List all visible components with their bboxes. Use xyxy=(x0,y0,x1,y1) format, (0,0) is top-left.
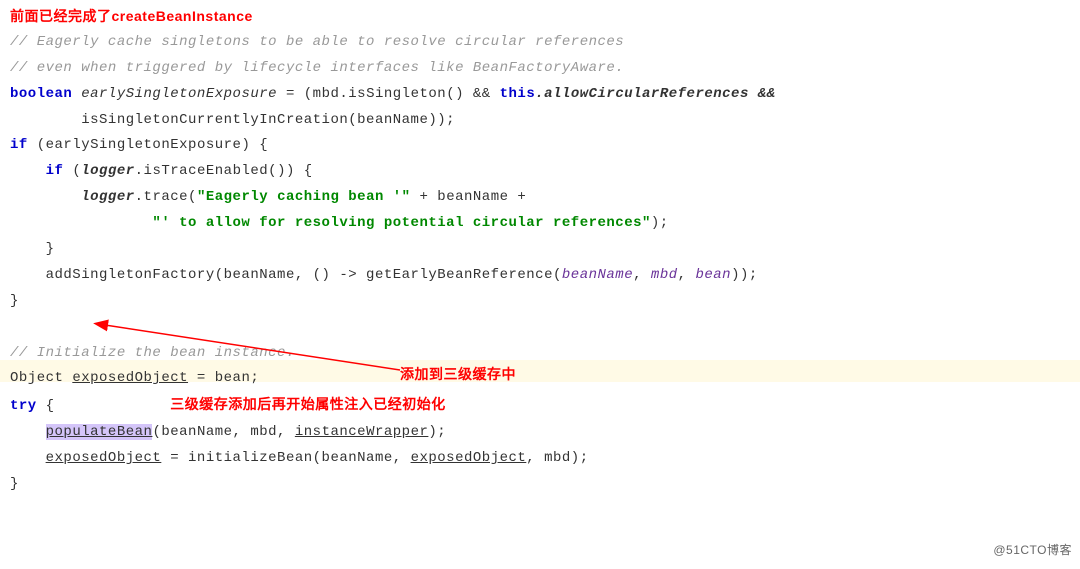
code-text: = bean; xyxy=(188,370,259,386)
annotation-top: 前面已经完成了createBeanInstance xyxy=(10,4,1070,30)
code-line: isSingletonCurrentlyInCreation(beanName)… xyxy=(10,108,1070,134)
code-line: // Initialize the bean instance. xyxy=(10,341,1070,367)
code-line: } xyxy=(10,289,1070,315)
code-text: } xyxy=(10,476,19,492)
code-text: ); xyxy=(428,424,446,440)
code-text: = initializeBean(beanName, xyxy=(161,450,410,466)
code-text: , mbd); xyxy=(526,450,588,466)
keyword-boolean: boolean xyxy=(10,86,72,102)
code-text: addSingletonFactory(beanName, () -> getE… xyxy=(10,267,562,283)
code-text: .trace( xyxy=(135,189,197,205)
code-text: isSingletonCurrentlyInCreation(beanName)… xyxy=(10,112,455,128)
var-exposedobject: exposedObject xyxy=(72,370,188,386)
keyword-try: try xyxy=(10,398,37,414)
code-line: // Eagerly cache singletons to be able t… xyxy=(10,30,1070,56)
method-populatebean: populateBean xyxy=(46,424,153,440)
annotation-arrow-label: 添加到三级缓存中 xyxy=(400,362,516,388)
keyword-if: if xyxy=(46,163,64,179)
code-line: exposedObject = initializeBean(beanName,… xyxy=(10,446,1070,472)
param-beanname: beanName xyxy=(562,267,633,283)
code-line: if (earlySingletonExposure) { xyxy=(10,133,1070,159)
annotation-inline: 三级缓存添加后再开始属性注入已经初始化 xyxy=(170,396,446,412)
code-line: try { 三级缓存添加后再开始属性注入已经初始化 xyxy=(10,392,1070,420)
keyword-this: this xyxy=(500,86,536,102)
watermark: @51CTO博客 xyxy=(993,539,1072,561)
code-text: .isTraceEnabled()) { xyxy=(135,163,313,179)
param-mbd: mbd xyxy=(651,267,678,283)
code-text: (beanName, mbd, xyxy=(152,424,294,440)
var-exposedobject: exposedObject xyxy=(46,450,162,466)
var-logger: logger xyxy=(81,189,134,205)
comment: // even when triggered by lifecycle inte… xyxy=(10,60,624,76)
var-exposedobject: exposedObject xyxy=(411,450,527,466)
code-text: = (mbd.isSingleton() && xyxy=(277,86,500,102)
code-text: { xyxy=(37,398,55,414)
string-literal: "' to allow for resolving potential circ… xyxy=(152,215,650,231)
code-text: )); xyxy=(731,267,758,283)
code-line: } xyxy=(10,472,1070,498)
code-text: Object xyxy=(10,370,72,386)
code-text: (earlySingletonExposure) { xyxy=(28,137,268,153)
param-bean: bean xyxy=(695,267,731,283)
code-line: boolean earlySingletonExposure = (mbd.is… xyxy=(10,82,1070,108)
code-line: populateBean(beanName, mbd, instanceWrap… xyxy=(10,420,1070,446)
keyword-if: if xyxy=(10,137,28,153)
code-text: ( xyxy=(63,163,81,179)
code-text: } xyxy=(10,241,55,257)
field-allow: .allowCircularReferences && xyxy=(535,86,784,102)
code-line: addSingletonFactory(beanName, () -> getE… xyxy=(10,263,1070,289)
code-line xyxy=(10,315,1070,341)
string-literal: "Eagerly caching bean '" xyxy=(197,189,411,205)
code-line: // even when triggered by lifecycle inte… xyxy=(10,56,1070,82)
code-line: } xyxy=(10,237,1070,263)
var-early: earlySingletonExposure xyxy=(81,86,277,102)
comment: // Initialize the bean instance. xyxy=(10,345,295,361)
code-line: logger.trace("Eagerly caching bean '" + … xyxy=(10,185,1070,211)
code-text xyxy=(72,86,81,102)
code-block: 前面已经完成了createBeanInstance // Eagerly cac… xyxy=(10,4,1070,498)
var-logger: logger xyxy=(81,163,134,179)
var-instancewrapper: instanceWrapper xyxy=(295,424,429,440)
code-text: + beanName + xyxy=(411,189,527,205)
code-line: Object exposedObject = bean; xyxy=(10,366,1070,392)
code-line: "' to allow for resolving potential circ… xyxy=(10,211,1070,237)
comment: // Eagerly cache singletons to be able t… xyxy=(10,34,624,50)
code-text: } xyxy=(10,293,19,309)
code-line: if (logger.isTraceEnabled()) { xyxy=(10,159,1070,185)
code-text: ); xyxy=(651,215,669,231)
